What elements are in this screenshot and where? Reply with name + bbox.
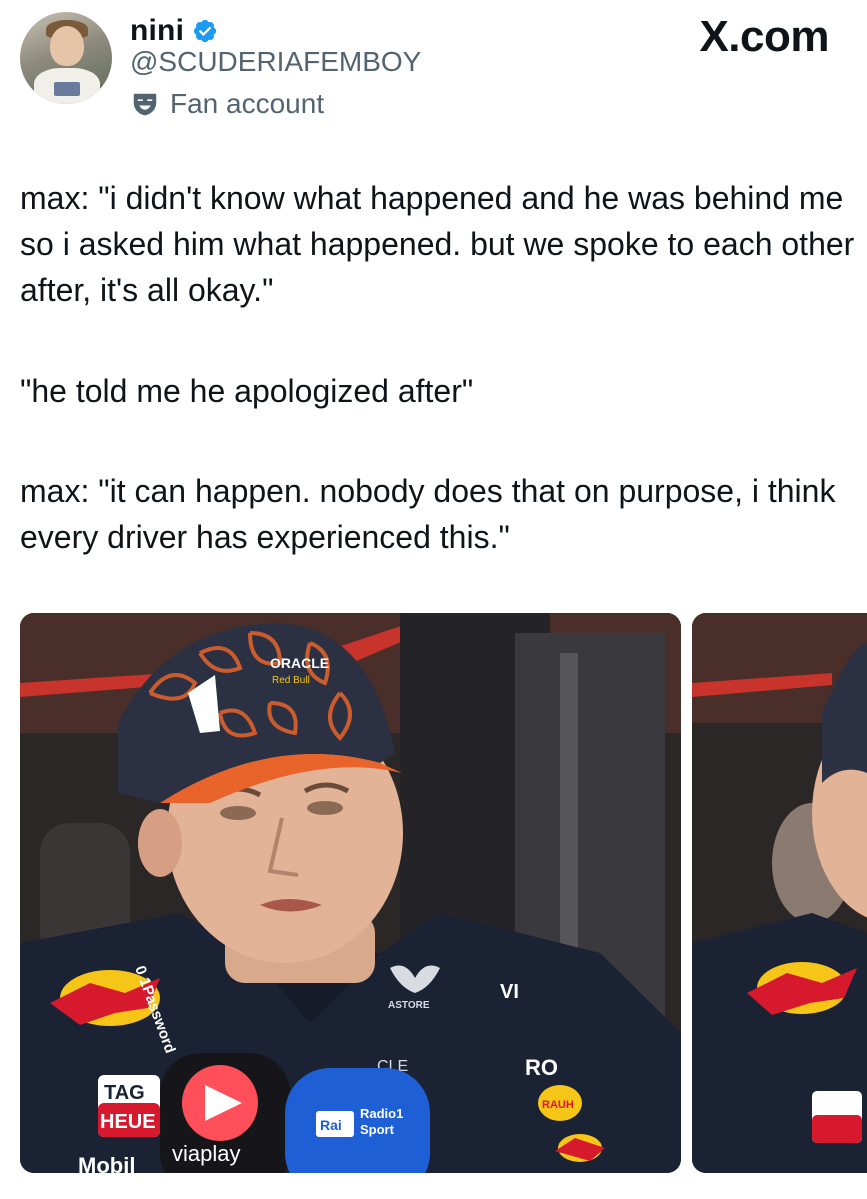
driver-interview-photo: ORACLE Red Bull 0 1Password ASTORE TAG H… (20, 613, 681, 1173)
tweet-paragraph-2: "he told me he apologized after" (20, 373, 474, 409)
photo-mic-viaplay-label: viaplay (172, 1141, 240, 1166)
author-avatar[interactable] (20, 12, 112, 104)
avatar-face (50, 26, 84, 66)
photo-cap-sponsor-sub: Red Bull (272, 675, 310, 686)
tweet-media-main[interactable]: ORACLE Red Bull 0 1Password ASTORE TAG H… (20, 613, 681, 1173)
tweet-media-secondary[interactable] (692, 613, 867, 1173)
photo-driver-eye-left (220, 806, 256, 820)
photo-tag-heuer-bottom: HEUE (100, 1111, 156, 1133)
photo-astore-text: ASTORE (388, 1000, 430, 1011)
photo-rauh-text: RAUH (542, 1099, 574, 1111)
verified-badge-icon (194, 19, 217, 43)
theater-masks-icon (133, 93, 157, 116)
author-name[interactable]: nini (130, 14, 184, 48)
affiliation-label-text: Fan account (170, 88, 325, 119)
driver-interview-photo-crop (692, 613, 867, 1173)
photo-microphone-viaplay: viaplay (160, 1053, 290, 1173)
tweet-paragraph-3: max: "it can happen. nobody does that on… (20, 473, 836, 555)
photo-mic-rai-brand: Rai (320, 1117, 342, 1133)
photo-shirt-right-sponsor-1: VI (500, 981, 519, 1003)
affiliation-label: Fan account (130, 88, 324, 120)
photo-microphone-rai: Rai Radio1 Sport (285, 1068, 430, 1173)
photo-shirt-right-sponsor-2: RO (525, 1055, 558, 1080)
avatar-shirt-print (54, 82, 80, 96)
photo-tag-heuer-top: TAG (104, 1082, 145, 1104)
photo-wall-strip (560, 653, 578, 983)
author-handle[interactable]: @SCUDERIAFEMBOY (130, 46, 421, 78)
photo-mobil-text: Mobil (78, 1153, 135, 1173)
photo-cap-sponsor-text: ORACLE (270, 655, 329, 671)
x-com-logo: X.com (699, 12, 829, 61)
photo-mic-rai-line1: Radio1 (360, 1106, 403, 1121)
photo-mic-rai-line2: Sport (360, 1122, 395, 1137)
side-photo-tag-heuer-red (812, 1115, 862, 1143)
photo-driver-ear (138, 809, 182, 877)
author-name-row: nini (130, 14, 218, 48)
photo-driver-eye-right (307, 801, 343, 815)
tweet-paragraph-1: max: "i didn't know what happened and he… (20, 180, 855, 308)
